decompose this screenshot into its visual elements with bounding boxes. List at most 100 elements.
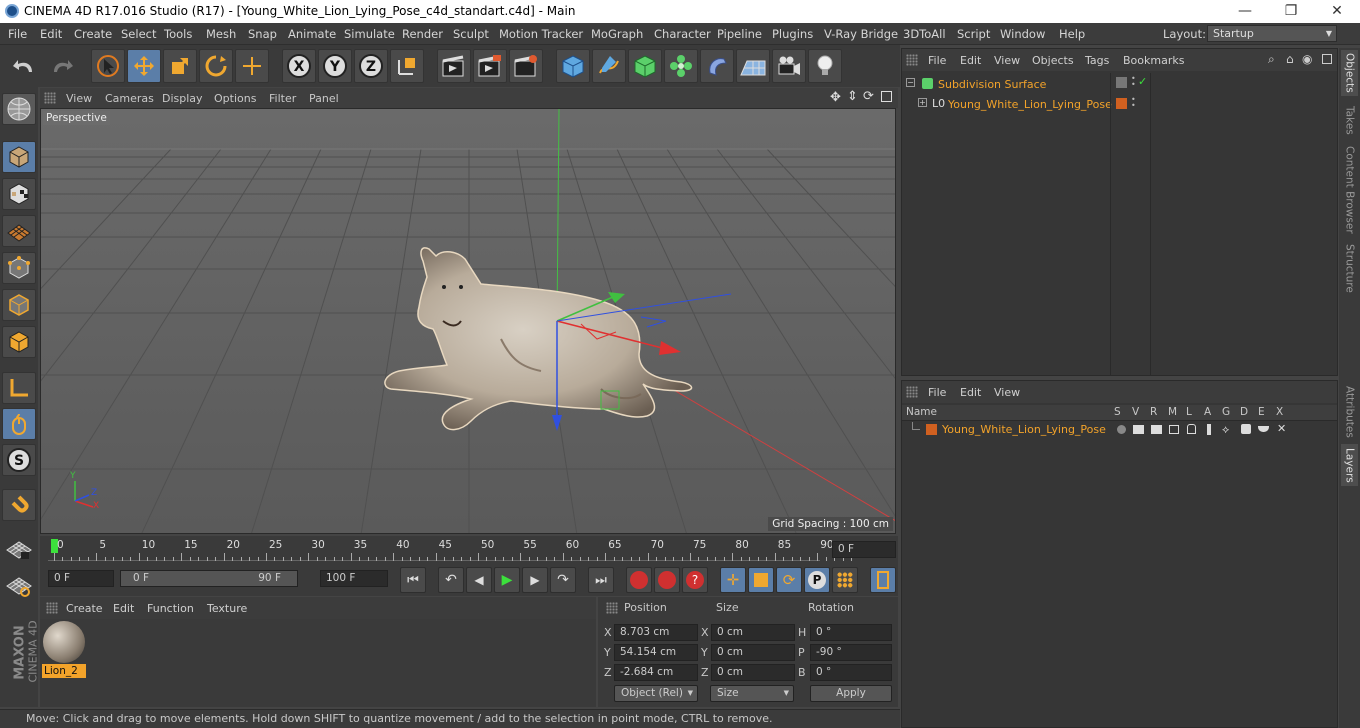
menu-3dtoall[interactable]: 3DToAll bbox=[903, 27, 946, 41]
checkmark-icon[interactable]: ✓ bbox=[1138, 75, 1147, 88]
column-m[interactable]: M bbox=[1168, 406, 1177, 418]
tab-layers[interactable]: Layers bbox=[1341, 444, 1358, 486]
menu-file[interactable]: File bbox=[8, 27, 27, 41]
timeline-ruler[interactable]: 0 5 10 15 20 25 30 35 40 45 50 55 60 65 70 75 80 85 90 bbox=[48, 539, 853, 561]
animation-toggle-icon[interactable] bbox=[1207, 424, 1211, 435]
menu-render[interactable]: Render bbox=[402, 27, 443, 41]
viewport-zoom-icon[interactable]: ⇕ bbox=[847, 89, 858, 104]
material-swatch[interactable]: Lion_2 bbox=[42, 621, 86, 679]
object-menu-view[interactable]: View bbox=[994, 54, 1020, 67]
camera-button[interactable] bbox=[772, 49, 806, 83]
record-scale-button[interactable] bbox=[748, 567, 774, 593]
transform-tool-button[interactable] bbox=[235, 49, 269, 83]
timeline-window-button[interactable] bbox=[870, 567, 896, 593]
workplane-rotate-button[interactable] bbox=[2, 569, 36, 601]
size-y-field[interactable]: 0 cm bbox=[711, 644, 795, 661]
column-g[interactable]: G bbox=[1222, 406, 1230, 418]
undo-button[interactable] bbox=[8, 49, 42, 83]
light-button[interactable] bbox=[808, 49, 842, 83]
autokey-button[interactable] bbox=[654, 567, 680, 593]
redo-button[interactable] bbox=[44, 49, 78, 83]
current-frame-field[interactable]: 0 F bbox=[832, 541, 896, 558]
manager-toggle-icon[interactable] bbox=[1169, 425, 1179, 434]
tweak-mode-button[interactable] bbox=[2, 408, 36, 440]
go-to-end-button[interactable]: ⏭ bbox=[588, 567, 614, 593]
menu-create[interactable]: Create bbox=[74, 27, 112, 41]
menu-help[interactable]: Help bbox=[1059, 27, 1085, 41]
menu-mesh[interactable]: Mesh bbox=[206, 27, 236, 41]
coordinate-system-button[interactable] bbox=[390, 49, 424, 83]
material-menu-edit[interactable]: Edit bbox=[113, 602, 134, 615]
lock-y-button[interactable]: Y bbox=[318, 49, 352, 83]
viewport-move-icon[interactable]: ✥ bbox=[830, 90, 841, 105]
viewport-maximize-icon[interactable] bbox=[881, 91, 892, 102]
texture-mode-button[interactable] bbox=[2, 178, 36, 210]
previous-frame-button[interactable]: ◀ bbox=[466, 567, 492, 593]
cube-object-button[interactable] bbox=[556, 49, 590, 83]
next-frame-button[interactable]: ▶ bbox=[522, 567, 548, 593]
viewport-rotate-icon[interactable]: ⟳ bbox=[863, 89, 874, 104]
menu-snap[interactable]: Snap bbox=[248, 27, 277, 41]
solo-toggle-icon[interactable] bbox=[1117, 425, 1126, 434]
render-toggle-icon[interactable] bbox=[1151, 425, 1162, 434]
deformer-button[interactable] bbox=[700, 49, 734, 83]
object-menu-file[interactable]: File bbox=[928, 54, 946, 67]
column-d[interactable]: D bbox=[1240, 406, 1248, 418]
menu-simulate[interactable]: Simulate bbox=[344, 27, 395, 41]
column-x[interactable]: X bbox=[1276, 406, 1283, 418]
maximize-button[interactable]: ❐ bbox=[1268, 0, 1314, 23]
menu-window[interactable]: Window bbox=[1000, 27, 1045, 41]
menu-vray-bridge[interactable]: V-Ray Bridge bbox=[824, 27, 898, 41]
lock-toggle-icon[interactable] bbox=[1187, 424, 1196, 434]
subdivision-surface-button[interactable] bbox=[628, 49, 662, 83]
3d-viewport[interactable]: Perspective Grid Spacing : 100 cm Y Z X bbox=[40, 108, 896, 534]
search-icon[interactable]: ⌕ bbox=[1268, 52, 1275, 67]
position-x-field[interactable]: 8.703 cm bbox=[614, 624, 698, 641]
menu-select[interactable]: Select bbox=[121, 27, 156, 41]
layer-color-swatch[interactable] bbox=[1116, 77, 1127, 88]
menu-sculpt[interactable]: Sculpt bbox=[453, 27, 489, 41]
object-menu-tags[interactable]: Tags bbox=[1085, 54, 1109, 67]
column-s[interactable]: S bbox=[1114, 406, 1121, 418]
viewport-menu-cameras[interactable]: Cameras bbox=[105, 92, 154, 105]
tab-objects[interactable]: Objects bbox=[1341, 50, 1358, 96]
next-key-button[interactable]: ↷ bbox=[550, 567, 576, 593]
play-button[interactable]: ▶ bbox=[494, 567, 520, 593]
deformers-toggle-icon[interactable] bbox=[1241, 424, 1251, 434]
polygons-mode-button[interactable] bbox=[2, 326, 36, 358]
rotate-tool-button[interactable] bbox=[199, 49, 233, 83]
size-x-field[interactable]: 0 cm bbox=[711, 624, 795, 641]
rotation-b-field[interactable]: 0 ° bbox=[810, 664, 892, 681]
keyframe-selection-button[interactable]: ? bbox=[682, 567, 708, 593]
pen-spline-button[interactable] bbox=[592, 49, 626, 83]
position-y-field[interactable]: 54.154 cm bbox=[614, 644, 698, 661]
record-keys-button[interactable] bbox=[626, 567, 652, 593]
workplane-lock-button[interactable] bbox=[2, 533, 36, 565]
make-editable-button[interactable] bbox=[2, 93, 36, 125]
workplane-mode-button[interactable] bbox=[2, 215, 36, 247]
menu-plugins[interactable]: Plugins bbox=[772, 27, 813, 41]
layer-color-swatch[interactable] bbox=[1116, 98, 1127, 109]
object-menu-bookmarks[interactable]: Bookmarks bbox=[1123, 54, 1184, 67]
object-menu-edit[interactable]: Edit bbox=[960, 54, 981, 67]
menu-motion-tracker[interactable]: Motion Tracker bbox=[499, 27, 583, 41]
end-frame-field[interactable]: 100 F bbox=[320, 570, 388, 587]
material-menu-texture[interactable]: Texture bbox=[207, 602, 247, 615]
column-r[interactable]: R bbox=[1150, 406, 1157, 418]
lock-z-button[interactable]: Z bbox=[354, 49, 388, 83]
visibility-dots-icon[interactable]: • • bbox=[1131, 96, 1136, 110]
viewport-menu-display[interactable]: Display bbox=[162, 92, 203, 105]
collapse-toggle-icon[interactable]: − bbox=[906, 78, 915, 87]
menu-mograph[interactable]: MoGraph bbox=[591, 27, 643, 41]
viewport-menu-options[interactable]: Options bbox=[214, 92, 256, 105]
axis-mode-button[interactable] bbox=[2, 372, 36, 404]
model-mode-button[interactable] bbox=[2, 141, 36, 173]
close-button[interactable]: ✕ bbox=[1314, 0, 1360, 23]
edges-mode-button[interactable] bbox=[2, 289, 36, 321]
tab-structure[interactable]: Structure bbox=[1341, 240, 1358, 296]
menu-edit[interactable]: Edit bbox=[40, 27, 62, 41]
menu-character[interactable]: Character bbox=[654, 27, 711, 41]
visibility-dots-icon[interactable]: • • bbox=[1131, 75, 1136, 89]
magnet-button[interactable] bbox=[2, 489, 36, 521]
eye-icon[interactable]: ◉ bbox=[1302, 52, 1312, 66]
